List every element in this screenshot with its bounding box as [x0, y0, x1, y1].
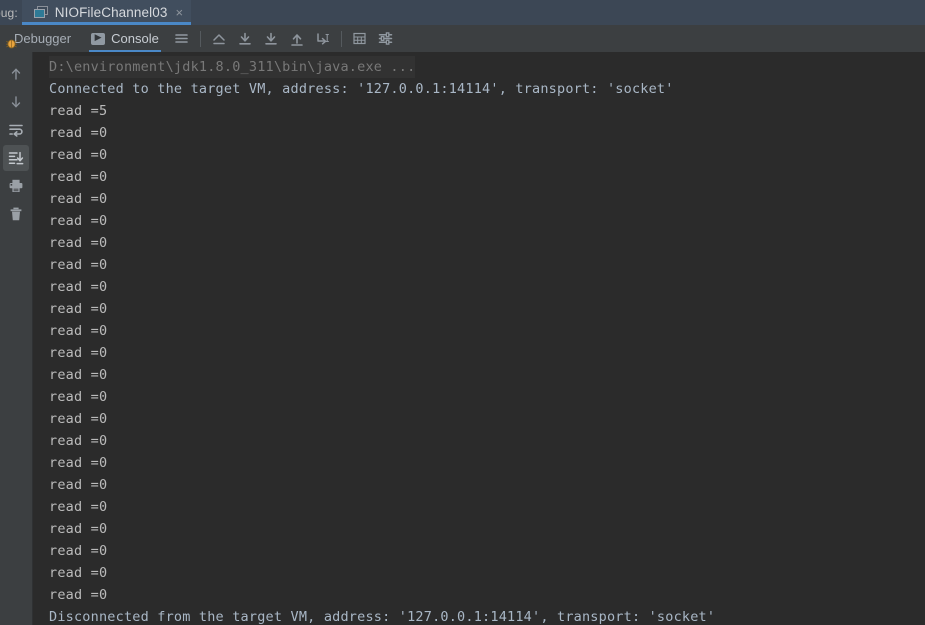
console-line: read =0: [49, 367, 108, 383]
force-step-into-icon[interactable]: [284, 25, 310, 52]
console-line: read =0: [49, 323, 108, 339]
run-tab-nio-file-channel-03[interactable]: NIOFileChannel03 ×: [21, 0, 192, 25]
console-line: read =0: [49, 587, 108, 603]
run-to-cursor-icon[interactable]: [310, 25, 336, 52]
console-line: read =0: [49, 543, 108, 559]
console-line: read =0: [49, 191, 108, 207]
console-line: D:\environment\jdk1.8.0_311\bin\java.exe…: [33, 56, 925, 78]
debug-window-label: bug:: [0, 6, 18, 20]
evaluate-expression-icon[interactable]: [347, 25, 373, 52]
console-line: read =0: [49, 455, 108, 471]
console-line: Disconnected from the target VM, address…: [49, 609, 716, 625]
print-icon[interactable]: [3, 173, 29, 199]
step-into-icon[interactable]: [258, 25, 284, 52]
tab-console-label: Console: [111, 31, 159, 46]
console-line: Connected to the target VM, address: '12…: [49, 81, 674, 97]
settings-icon[interactable]: [373, 25, 399, 52]
console-output[interactable]: D:\environment\jdk1.8.0_311\bin\java.exe…: [33, 52, 925, 625]
console-icon: ▶: [91, 32, 106, 45]
console-command-text: D:\environment\jdk1.8.0_311\bin\java.exe…: [49, 56, 416, 78]
console-line: read =0: [49, 433, 108, 449]
console-line: read =0: [49, 477, 108, 493]
soft-wrap-icon[interactable]: [3, 117, 29, 143]
step-over-icon[interactable]: [232, 25, 258, 52]
run-tab-title: NIOFileChannel03: [54, 5, 168, 20]
up-arrow-icon[interactable]: [3, 61, 29, 87]
console-line: read =0: [49, 389, 108, 405]
console-line: read =0: [49, 499, 108, 515]
close-icon[interactable]: ×: [175, 6, 183, 19]
console-line: read =0: [49, 235, 108, 251]
console-line: read =0: [49, 521, 108, 537]
trash-icon[interactable]: [3, 201, 29, 227]
console-line: read =0: [49, 257, 108, 273]
console-line: read =0: [49, 279, 108, 295]
bug-icon: [6, 39, 17, 49]
tab-debugger-label: Debugger: [14, 31, 72, 46]
tab-debugger[interactable]: Debugger: [0, 25, 81, 52]
run-configurations-tab-bar: bug: NIOFileChannel03 ×: [0, 0, 925, 25]
debug-toolbar: Debugger ▶ Console: [0, 25, 925, 52]
console-settings-icon[interactable]: [169, 25, 195, 52]
console-line: read =5: [49, 103, 108, 119]
toolbar-separator-2: [340, 30, 342, 47]
console-line: read =0: [49, 301, 108, 317]
console-line: read =0: [49, 147, 108, 163]
tab-console[interactable]: ▶ Console: [81, 25, 169, 52]
console-line: read =0: [49, 411, 108, 427]
console-body: D:\environment\jdk1.8.0_311\bin\java.exe…: [0, 52, 925, 625]
console-line: read =0: [49, 213, 108, 229]
console-line: read =0: [49, 565, 108, 581]
scroll-to-end-icon[interactable]: [3, 145, 29, 171]
debug-tool-window: bug: NIOFileChannel03 × Debugger ▶ Conso…: [0, 0, 925, 625]
step-out-icon[interactable]: [206, 25, 232, 52]
down-arrow-icon[interactable]: [3, 89, 29, 115]
console-line: read =0: [49, 169, 108, 185]
console-line: read =0: [49, 125, 108, 141]
run-configuration-icon: [33, 6, 49, 19]
console-line: read =0: [49, 345, 108, 361]
toolbar-separator: [199, 30, 201, 47]
console-side-toolbar: [0, 52, 33, 625]
